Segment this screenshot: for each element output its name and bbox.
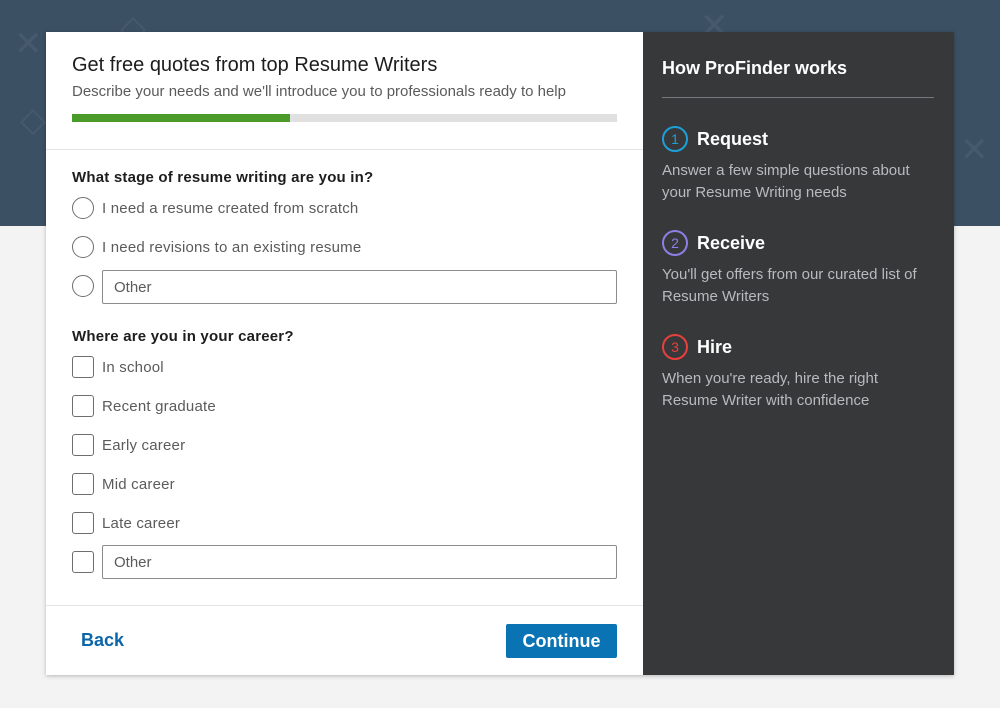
checkbox-option-label: In school — [102, 358, 164, 376]
radio-button[interactable] — [72, 197, 94, 219]
decorative-pattern-icon: ✕ — [960, 130, 989, 170]
checkbox-option-recent-graduate[interactable]: Recent graduate — [72, 394, 216, 418]
divider — [662, 97, 934, 98]
checkbox[interactable] — [72, 551, 94, 573]
progress-bar — [72, 114, 617, 122]
step-receive: 2 Receive You'll get offers from our cur… — [662, 230, 934, 308]
radio-button[interactable] — [72, 236, 94, 258]
checkbox-option-other[interactable] — [72, 550, 94, 574]
step-title: Hire — [697, 336, 733, 357]
radio-option-label: I need a resume created from scratch — [102, 199, 359, 217]
quote-form-panel: Get free quotes from top Resume Writers … — [46, 32, 643, 675]
checkbox-option-in-school[interactable]: In school — [72, 355, 164, 379]
checkbox-option-label: Recent graduate — [102, 397, 216, 415]
checkbox-option-label: Early career — [102, 436, 186, 454]
checkbox-option-label: Late career — [102, 514, 181, 532]
question-career-stage: Where are you in your career? — [72, 328, 294, 345]
divider — [46, 149, 643, 150]
decorative-pattern-icon: ◇ — [20, 100, 47, 140]
question-resume-stage: What stage of resume writing are you in? — [72, 169, 374, 186]
step-description: Answer a few simple questions about your… — [662, 162, 910, 201]
divider — [46, 605, 643, 606]
checkbox[interactable] — [72, 512, 94, 534]
step-hire: 3 Hire When you're ready, hire the right… — [662, 334, 934, 412]
stage-other-input[interactable] — [102, 270, 617, 304]
step-request: 1 Request Answer a few simple questions … — [662, 126, 934, 204]
step-number-badge: 2 — [662, 230, 688, 256]
checkbox[interactable] — [72, 356, 94, 378]
radio-option-scratch[interactable]: I need a resume created from scratch — [72, 196, 358, 220]
how-it-works-panel: How ProFinder works 1 Request Answer a f… — [643, 32, 954, 675]
step-number-badge: 3 — [662, 334, 688, 360]
checkbox[interactable] — [72, 473, 94, 495]
step-title: Receive — [697, 232, 766, 253]
checkbox-option-early-career[interactable]: Early career — [72, 433, 185, 457]
radio-option-revisions[interactable]: I need revisions to an existing resume — [72, 235, 361, 259]
progress-bar-fill — [72, 114, 290, 122]
step-title: Request — [697, 128, 769, 149]
profinder-modal: Get free quotes from top Resume Writers … — [46, 32, 954, 675]
form-subtitle: Describe your needs and we'll introduce … — [72, 83, 566, 100]
back-button[interactable]: Back — [81, 630, 124, 651]
sidebar-title: How ProFinder works — [662, 58, 848, 78]
continue-button[interactable]: Continue — [506, 624, 617, 658]
radio-option-label: I need revisions to an existing resume — [102, 238, 362, 256]
step-description: When you're ready, hire the right Resume… — [662, 370, 879, 409]
checkbox-option-late-career[interactable]: Late career — [72, 511, 180, 535]
form-header: Get free quotes from top Resume Writers … — [72, 52, 617, 102]
checkbox-option-mid-career[interactable]: Mid career — [72, 472, 175, 496]
radio-button[interactable] — [72, 275, 94, 297]
career-other-input[interactable] — [102, 545, 617, 579]
decorative-pattern-icon: ✕ — [14, 24, 43, 64]
checkbox-option-label: Mid career — [102, 475, 175, 493]
radio-option-other[interactable] — [72, 274, 94, 298]
checkbox[interactable] — [72, 395, 94, 417]
step-number-badge: 1 — [662, 126, 688, 152]
checkbox[interactable] — [72, 434, 94, 456]
step-description: You'll get offers from our curated list … — [662, 266, 917, 305]
form-title: Get free quotes from top Resume Writers — [72, 54, 438, 76]
